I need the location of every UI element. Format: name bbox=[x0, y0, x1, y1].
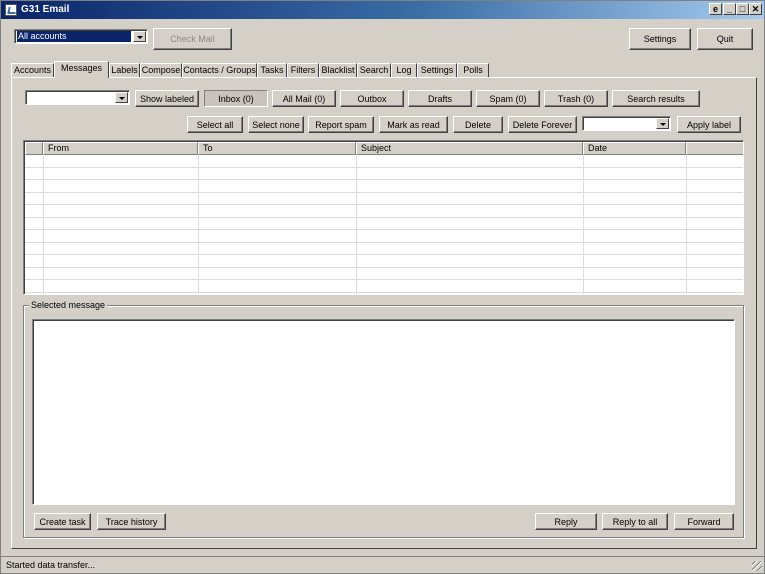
selected-message-group: Selected message Create task Trace histo… bbox=[23, 300, 744, 538]
tab-labels[interactable]: Labels bbox=[109, 63, 140, 77]
column-divider bbox=[583, 155, 584, 294]
apply-label-select[interactable] bbox=[582, 116, 671, 131]
trash-button[interactable]: Trash (0) bbox=[544, 90, 608, 107]
reply-to-all-button[interactable]: Reply to all bbox=[602, 513, 668, 530]
show-labeled-button[interactable]: Show labeled bbox=[135, 90, 199, 107]
row-divider bbox=[25, 242, 743, 243]
account-select-value: All accounts bbox=[17, 31, 131, 42]
select-none-button[interactable]: Select none bbox=[248, 116, 304, 133]
select-all-button[interactable]: Select all bbox=[187, 116, 243, 133]
forward-button[interactable]: Forward bbox=[674, 513, 734, 530]
label-filter-select[interactable] bbox=[25, 90, 130, 105]
delete-button[interactable]: Delete bbox=[453, 116, 503, 133]
drafts-button[interactable]: Drafts bbox=[408, 90, 472, 107]
search-results-button[interactable]: Search results bbox=[612, 90, 700, 107]
column-divider bbox=[43, 155, 44, 294]
status-text: Started data transfer... bbox=[6, 560, 96, 570]
row-divider bbox=[25, 179, 743, 180]
tab-compose[interactable]: Compose bbox=[140, 63, 182, 77]
tab-filters[interactable]: Filters bbox=[287, 63, 319, 77]
column-divider bbox=[356, 155, 357, 294]
main-window: G31 Email e _ □ ✕ All accounts Check Mai… bbox=[0, 0, 765, 574]
column-header-select[interactable] bbox=[25, 142, 43, 155]
report-spam-button[interactable]: Report spam bbox=[308, 116, 374, 133]
label-filter-value bbox=[28, 92, 113, 103]
row-divider bbox=[25, 229, 743, 230]
message-table[interactable]: From To Subject Date bbox=[23, 140, 744, 295]
column-header-to[interactable]: To bbox=[198, 142, 356, 155]
check-mail-button[interactable]: Check Mail bbox=[153, 28, 232, 50]
message-body-view[interactable] bbox=[32, 319, 735, 505]
mail-app-icon bbox=[5, 4, 17, 16]
reply-button[interactable]: Reply bbox=[535, 513, 597, 530]
chevron-down-icon[interactable] bbox=[656, 118, 669, 129]
row-divider bbox=[25, 204, 743, 205]
tab-search[interactable]: Search bbox=[357, 63, 391, 77]
delete-forever-button[interactable]: Delete Forever bbox=[508, 116, 577, 133]
selected-message-legend: Selected message bbox=[29, 300, 108, 310]
trace-history-button[interactable]: Trace history bbox=[97, 513, 166, 530]
tab-log[interactable]: Log bbox=[391, 63, 417, 77]
column-divider bbox=[686, 155, 687, 294]
apply-label-select-value bbox=[585, 118, 654, 129]
maximize-button[interactable]: □ bbox=[736, 3, 749, 15]
status-bar: Started data transfer... bbox=[1, 556, 764, 573]
tab-settings[interactable]: Settings bbox=[417, 63, 457, 77]
row-divider bbox=[25, 267, 743, 268]
row-divider bbox=[25, 217, 743, 218]
create-task-button[interactable]: Create task bbox=[34, 513, 91, 530]
tab-messages[interactable]: Messages bbox=[54, 61, 109, 78]
extra-window-button[interactable]: e bbox=[709, 3, 722, 15]
row-divider bbox=[25, 279, 743, 280]
close-button[interactable]: ✕ bbox=[749, 3, 762, 15]
tab-contacts-groups[interactable]: Contacts / Groups bbox=[182, 63, 257, 77]
tab-polls[interactable]: Polls bbox=[457, 63, 489, 77]
all-mail-button[interactable]: All Mail (0) bbox=[272, 90, 336, 107]
account-select[interactable]: All accounts bbox=[14, 29, 148, 44]
apply-label-button[interactable]: Apply label bbox=[677, 116, 741, 133]
row-divider bbox=[25, 254, 743, 255]
mark-as-read-button[interactable]: Mark as read bbox=[379, 116, 448, 133]
spam-button[interactable]: Spam (0) bbox=[476, 90, 540, 107]
column-header-extra[interactable] bbox=[686, 142, 743, 155]
column-header-from[interactable]: From bbox=[43, 142, 198, 155]
row-divider bbox=[25, 192, 743, 193]
column-header-subject[interactable]: Subject bbox=[356, 142, 583, 155]
chevron-down-icon[interactable] bbox=[115, 92, 128, 103]
window-title: G31 Email bbox=[21, 4, 70, 15]
tab-blacklist[interactable]: Blacklist bbox=[319, 63, 357, 77]
quit-button[interactable]: Quit bbox=[697, 28, 753, 50]
column-header-date[interactable]: Date bbox=[583, 142, 686, 155]
row-divider bbox=[25, 292, 743, 293]
outbox-button[interactable]: Outbox bbox=[340, 90, 404, 107]
column-divider bbox=[198, 155, 199, 294]
inbox-button[interactable]: Inbox (0) bbox=[204, 90, 268, 107]
resize-grip-icon[interactable] bbox=[752, 561, 762, 571]
row-divider bbox=[25, 167, 743, 168]
top-settings-button[interactable]: Settings bbox=[629, 28, 691, 50]
chevron-down-icon[interactable] bbox=[133, 31, 146, 42]
tab-tasks[interactable]: Tasks bbox=[257, 63, 287, 77]
tab-accounts[interactable]: Accounts bbox=[11, 63, 54, 77]
title-bar: G31 Email e _ □ ✕ bbox=[1, 1, 764, 19]
minimize-button[interactable]: _ bbox=[723, 3, 736, 15]
